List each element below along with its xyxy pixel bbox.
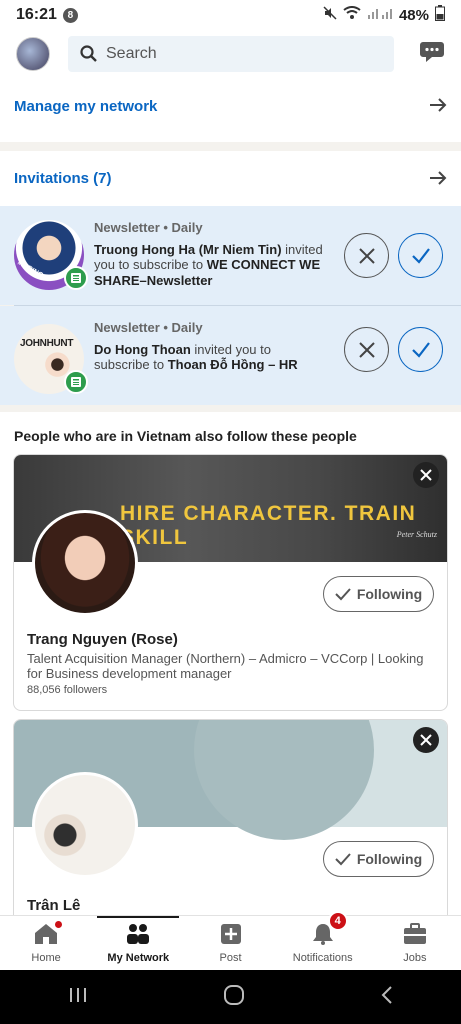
people-section-title: People who are in Vietnam also follow th… bbox=[14, 428, 357, 444]
close-icon bbox=[420, 469, 432, 481]
people-icon bbox=[125, 923, 151, 948]
notification-count-badge: 8 bbox=[62, 7, 78, 23]
close-icon bbox=[358, 247, 375, 264]
manage-network-section: Manage my network bbox=[0, 78, 461, 142]
following-label: Following bbox=[356, 851, 423, 867]
mute-icon bbox=[323, 6, 337, 24]
invitation-avatar[interactable]: JOHNHUNT bbox=[14, 324, 88, 394]
manage-network-label: Manage my network bbox=[14, 97, 158, 115]
invitation-sender: Do Hong Thoan bbox=[94, 341, 191, 357]
invitations-section: Invitations (7) bbox=[0, 151, 461, 206]
accept-button[interactable] bbox=[398, 327, 443, 372]
profile-photo[interactable] bbox=[32, 510, 138, 616]
tab-label: My Network bbox=[107, 952, 170, 964]
invitation-meta: Newsletter • Daily bbox=[94, 220, 203, 235]
back-icon[interactable] bbox=[380, 985, 394, 1010]
check-icon bbox=[335, 588, 351, 601]
search-icon bbox=[80, 45, 97, 62]
tab-jobs[interactable]: Jobs bbox=[369, 916, 461, 970]
accept-button[interactable] bbox=[398, 233, 443, 278]
manage-network-link[interactable]: Manage my network bbox=[0, 78, 461, 134]
following-button[interactable]: Following bbox=[323, 841, 434, 877]
bottom-tab-bar: Home My Network Post 4 Notifications Job… bbox=[0, 911, 461, 970]
banner-shape bbox=[194, 720, 374, 840]
tab-label: Jobs bbox=[403, 952, 427, 964]
avatar-tag: #HIRING bbox=[16, 259, 45, 280]
recent-apps-icon[interactable] bbox=[68, 986, 88, 1009]
close-icon bbox=[420, 734, 432, 746]
follow-card[interactable]: HIRE CHARACTER. TRAIN SKILL Peter Schutz… bbox=[13, 454, 448, 711]
following-label: Following bbox=[356, 586, 423, 602]
check-icon bbox=[411, 247, 430, 264]
invitation-avatar[interactable]: #HIRING bbox=[14, 220, 88, 290]
status-time: 16:21 bbox=[16, 6, 57, 23]
top-bar: Search bbox=[0, 30, 461, 78]
following-button[interactable]: Following bbox=[323, 576, 434, 612]
tab-post[interactable]: Post bbox=[184, 916, 276, 970]
tab-my-network[interactable]: My Network bbox=[92, 916, 184, 970]
wifi-icon bbox=[343, 6, 361, 24]
follow-card[interactable]: Following Trân Lê bbox=[13, 719, 448, 915]
tab-label: Notifications bbox=[292, 952, 353, 964]
home-button-icon[interactable] bbox=[223, 984, 245, 1011]
banner-signature: Peter Schutz bbox=[396, 530, 437, 539]
battery-level: 48% bbox=[398, 6, 429, 24]
banner-text: HIRE CHARACTER. TRAIN SKILL bbox=[120, 502, 417, 549]
ignore-button[interactable] bbox=[344, 327, 389, 372]
invitations-link[interactable]: Invitations (7) bbox=[0, 151, 461, 206]
invitation-item[interactable]: #HIRING Newsletter • Daily Truong Hong H… bbox=[0, 206, 461, 305]
dismiss-button[interactable] bbox=[413, 727, 439, 753]
battery-icon bbox=[435, 5, 445, 25]
my-avatar[interactable] bbox=[16, 37, 50, 71]
system-nav-bar bbox=[0, 970, 461, 1024]
unread-dot bbox=[53, 919, 65, 930]
signal-icon bbox=[367, 6, 393, 24]
briefcase-icon bbox=[403, 923, 427, 948]
search-input[interactable]: Search bbox=[68, 36, 394, 72]
invitation-sender: Truong Hong Ha (Mr Niem Tin) bbox=[94, 241, 282, 257]
plus-square-icon bbox=[220, 923, 242, 948]
invitation-target: Thoan Đỗ Hồng – HR bbox=[167, 357, 298, 372]
search-placeholder: Search bbox=[106, 45, 157, 62]
ignore-button[interactable] bbox=[344, 233, 389, 278]
newsletter-icon bbox=[64, 370, 88, 394]
person-name[interactable]: Trang Nguyen (Rose) bbox=[27, 631, 178, 648]
status-bar: 16:21 8 48% bbox=[0, 0, 461, 30]
tab-home[interactable]: Home bbox=[0, 916, 92, 970]
home-icon bbox=[34, 919, 65, 948]
invitation-text: Newsletter • Daily Do Hong Thoan invited… bbox=[94, 320, 326, 405]
follower-count: 88,056 followers bbox=[27, 684, 108, 696]
close-icon bbox=[358, 341, 375, 358]
messaging-icon[interactable] bbox=[419, 40, 445, 69]
profile-photo[interactable] bbox=[32, 772, 138, 878]
invitation-text: Newsletter • Daily Truong Hong Ha (Mr Ni… bbox=[94, 220, 326, 305]
tab-label: Home bbox=[31, 952, 61, 964]
invitations-label: Invitations (7) bbox=[14, 170, 112, 187]
check-icon bbox=[411, 341, 430, 358]
arrow-right-icon bbox=[429, 93, 447, 119]
avatar-tag: JOHNHUNT bbox=[20, 338, 74, 349]
newsletter-icon bbox=[64, 266, 88, 290]
bell-icon: 4 bbox=[312, 911, 348, 948]
invitation-item[interactable]: JOHNHUNT Newsletter • Daily Do Hong Thoa… bbox=[0, 306, 461, 405]
dismiss-button[interactable] bbox=[413, 462, 439, 488]
arrow-right-icon bbox=[429, 166, 447, 192]
person-headline: Talent Acquisition Manager (Northern) – … bbox=[27, 651, 424, 681]
person-name[interactable]: Trân Lê bbox=[27, 897, 80, 914]
tab-notifications[interactable]: 4 Notifications bbox=[277, 911, 369, 970]
check-icon bbox=[335, 853, 351, 866]
invitation-meta: Newsletter • Daily bbox=[94, 320, 203, 335]
tab-label: Post bbox=[219, 952, 242, 964]
notification-badge: 4 bbox=[327, 911, 348, 931]
